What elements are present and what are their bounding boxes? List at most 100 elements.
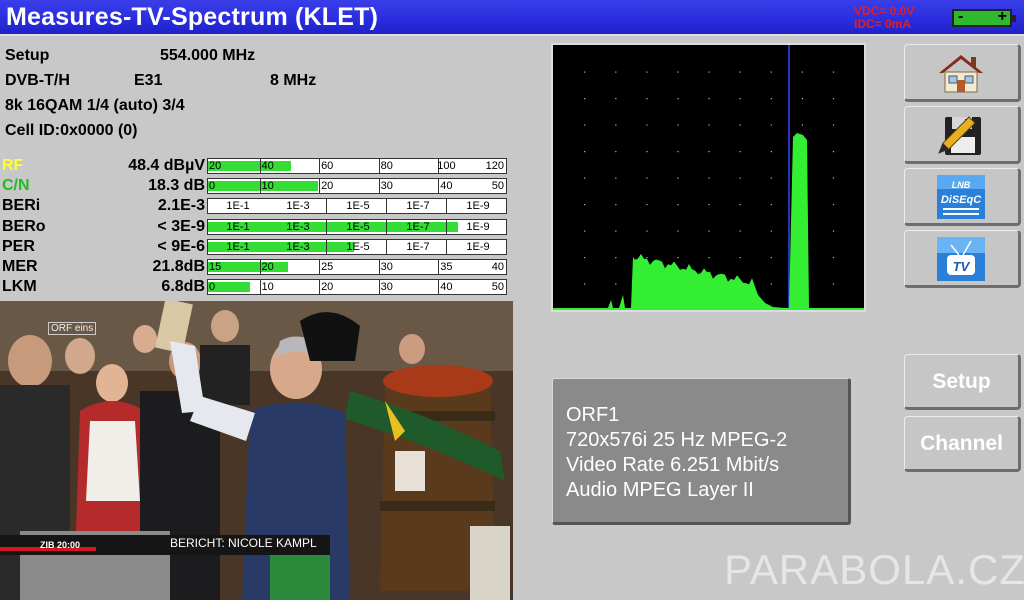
meter-tick-label: 1E-1 [226, 221, 250, 233]
grid-dot [584, 151, 586, 153]
grid-dot [770, 257, 772, 259]
meter-value-bero: < 3E-9 [157, 218, 205, 235]
grid-dot [739, 204, 741, 206]
meter-tick-label: 30 [380, 180, 393, 192]
service-info-panel: ORF1 720x576i 25 Hz MPEG-2 Video Rate 6.… [552, 378, 851, 525]
meter-label-cn: C/N [2, 177, 30, 194]
grid-dot [739, 98, 741, 100]
grid-dot [801, 71, 803, 73]
battery-minus: - [958, 8, 964, 25]
grid-dot [677, 230, 679, 232]
grid-dot [708, 151, 710, 153]
meter-label-lkm: LKM [2, 278, 37, 295]
grid-dot [646, 204, 648, 206]
grid-dot [646, 177, 648, 179]
grid-dot [708, 230, 710, 232]
floppy-pencil-icon [938, 116, 981, 155]
grid-dot [646, 124, 648, 126]
modulation-value: 8k 16QAM 1/4 (auto) 3/4 [5, 97, 185, 114]
meter-tick [386, 220, 387, 234]
screen-title: Measures-TV-Spectrum (KLET) [6, 3, 379, 31]
tv-label: TV [953, 259, 971, 274]
grid-dot [739, 71, 741, 73]
mode-label: Setup [5, 47, 50, 64]
grid-dot [739, 177, 741, 179]
meter-tick-label: 1E-9 [466, 241, 490, 253]
grid-dot [584, 124, 586, 126]
grid-dot [770, 71, 772, 73]
tv-icon: TV [937, 237, 985, 281]
meter-tick-label: 1E-1 [226, 241, 250, 253]
meter-tick-label: 1E-1 [226, 200, 250, 212]
meter-label-per: PER [2, 238, 35, 255]
audio-format: Audio MPEG Layer II [566, 479, 754, 501]
meter-tick-label: 1E-5 [346, 200, 370, 212]
grid-dot [584, 257, 586, 259]
meter-tick-label: 20 [321, 281, 334, 293]
meter-bar-lkm: 0 10 20 30 40 50 [207, 279, 507, 295]
meter-tick [326, 220, 327, 234]
grid-dot [739, 230, 741, 232]
grid-dot [677, 71, 679, 73]
setup-button[interactable]: Setup [904, 354, 1021, 410]
lnb-label: LNB [952, 180, 971, 190]
meter-tick [446, 220, 447, 234]
grid-dot [646, 151, 648, 153]
meter-tick [319, 159, 321, 173]
meter-tick-label: 1E-7 [406, 241, 430, 253]
grid-dot [770, 124, 772, 126]
grid-dot [832, 204, 835, 206]
meter-tick [378, 159, 380, 173]
watermark: PARABOLA.CZ [724, 546, 1024, 593]
meter-tick-label: 1E-9 [466, 200, 490, 212]
meter-tick-label: 1E-7 [406, 200, 430, 212]
meter-tick-label: 20 [321, 180, 334, 192]
meter-tick [386, 199, 387, 213]
meter-tick [446, 199, 447, 213]
meter-tick-label: 10 [261, 180, 274, 192]
meter-tick-label: 30 [380, 261, 393, 273]
save-button[interactable] [904, 106, 1021, 164]
grid-dot [584, 177, 586, 179]
grid-dot [739, 124, 741, 126]
meter-value-mer: 21.8dB [152, 258, 205, 275]
meter-tick-label: 1E-3 [286, 221, 310, 233]
spectrum-display[interactable] [551, 43, 866, 312]
grid-dot [677, 257, 679, 259]
meter-tick [259, 280, 261, 294]
meter-bar-bero: 1E-1 1E-3 1E-5 1E-7 1E-9 [207, 219, 507, 235]
meter-tick-label: 50 [491, 180, 504, 192]
grid-dot [708, 177, 710, 179]
grid-dot [832, 124, 835, 126]
lnb-diseqc-icon: LNB DiSEqC [937, 175, 985, 219]
meter-tick [326, 199, 327, 213]
home-button[interactable] [904, 44, 1021, 102]
meter-tick [319, 280, 321, 294]
grid-dot [832, 98, 835, 100]
meter-tick-label: 40 [440, 281, 453, 293]
channel-button[interactable]: Channel [904, 416, 1021, 472]
meter-tick-label: 0 [209, 180, 216, 192]
meter-tick [506, 220, 507, 234]
meter-tick [259, 260, 261, 274]
meter-value-per: < 9E-6 [157, 238, 205, 255]
diseqc-button[interactable]: LNB DiSEqC [904, 168, 1021, 226]
video-format: 720x576i 25 Hz MPEG-2 [566, 429, 788, 451]
meter-value-lkm: 6.8dB [161, 278, 205, 295]
meter-tick [378, 179, 380, 193]
grid-dot [615, 124, 617, 126]
grid-dot [615, 98, 617, 100]
grid-dot [832, 71, 835, 73]
grid-dot [832, 230, 835, 232]
meter-tick [326, 240, 327, 254]
meter-tick-label: 1E-3 [286, 241, 310, 253]
meter-label-beri: BERi [2, 197, 41, 214]
grid-dot [832, 177, 835, 179]
spectrum-trace [553, 133, 864, 310]
grid-dot [770, 230, 772, 232]
video-frame-image [0, 301, 513, 600]
grid-dot [708, 204, 710, 206]
tv-button[interactable]: TV [904, 230, 1021, 288]
meter-tick [506, 240, 507, 254]
power-readout: VDC= 0.0V IDC= 0mA [854, 5, 914, 31]
